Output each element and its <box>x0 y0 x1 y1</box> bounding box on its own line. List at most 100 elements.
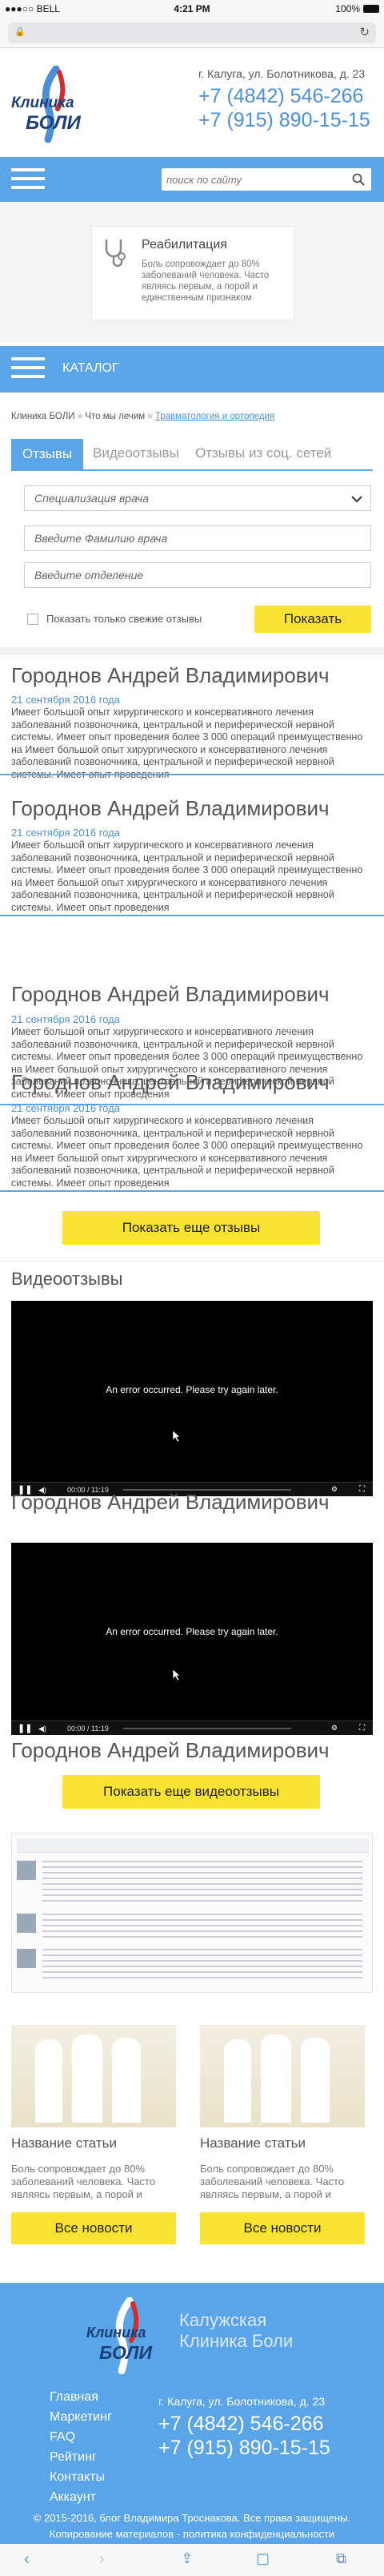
divider <box>0 915 384 916</box>
search-input[interactable] <box>166 170 342 189</box>
review-date: 21 сентября 2016 года <box>11 1013 120 1025</box>
share-icon[interactable]: ⇪ <box>181 2550 193 2567</box>
footer-link-marketing[interactable]: Маркетинг <box>50 2410 162 2430</box>
footer-link-home[interactable]: Главная <box>50 2390 162 2410</box>
surname-field[interactable]: Введите Фамилию врача <box>24 525 371 551</box>
back-icon[interactable]: ‹ <box>24 2550 30 2569</box>
video-error-message: An error occurred. Please try again late… <box>106 1626 278 1637</box>
footer-copy-notice[interactable]: Копирование материалов - политика конфид… <box>0 2528 384 2540</box>
video-progress-bar[interactable] <box>123 1728 291 1729</box>
clock: 4:21 PM <box>174 3 210 14</box>
header-phone-1[interactable]: +7 (4842) 546-266 <box>198 85 363 108</box>
review-doctor-name[interactable]: Городнов Андрей Владимирович <box>11 982 330 1007</box>
tab-reviews[interactable]: Отзывы <box>11 439 83 469</box>
stethoscope-icon <box>105 239 126 268</box>
review-item: Городнов Андрей Владимирович 21 сентября… <box>0 787 384 913</box>
footer-link-contacts[interactable]: Контакты <box>50 2470 162 2490</box>
search-icon[interactable] <box>352 173 365 186</box>
article-image[interactable] <box>11 2025 176 2127</box>
menu-icon[interactable] <box>11 168 45 192</box>
chevron-down-icon <box>351 496 362 503</box>
url-field[interactable]: 🔒 ↻ <box>8 22 376 43</box>
avatar <box>17 1949 36 1968</box>
promo-section: Реабилитация Боль сопровождает до 80% за… <box>0 202 384 343</box>
avatar <box>17 1914 36 1933</box>
review-date: 21 сентября 2016 года <box>11 1102 120 1114</box>
cursor-icon <box>173 1669 181 1680</box>
footer-nav: Главная Маркетинг FAQ Рейтинг Контакты А… <box>50 2390 162 2510</box>
cursor-icon <box>173 1431 181 1442</box>
social-text-lines <box>42 1861 362 1906</box>
nav-bar <box>0 157 384 202</box>
volume-icon[interactable]: ◀) <box>38 1725 46 1733</box>
site-header: Клиника БОЛИ г. Калуга, ул. Болотникова,… <box>0 48 384 157</box>
footer-link-rating[interactable]: Рейтинг <box>50 2450 162 2470</box>
divider <box>0 647 384 654</box>
settings-icon[interactable]: ⚙ <box>331 1724 338 1733</box>
footer-logo-line1: Клиника <box>86 2324 146 2341</box>
footer-phone-1[interactable]: +7 (4842) 546-266 <box>158 2413 323 2436</box>
department-field[interactable]: Введите отделение <box>24 562 371 588</box>
specialization-value: Специализация врача <box>34 492 149 505</box>
tab-social-reviews[interactable]: Отзывы из соц. сетей <box>195 445 331 461</box>
reload-icon[interactable]: ↻ <box>359 25 370 39</box>
social-text-lines <box>42 1914 362 1938</box>
video-player[interactable]: An error occurred. Please try again late… <box>11 1543 373 1735</box>
more-videos-button[interactable]: Показать еще видеоотзывы <box>62 1775 320 1809</box>
breadcrumb-home[interactable]: Клиника БОЛИ <box>11 412 75 421</box>
video-controls[interactable]: ❚❚ ◀) 00:00 / 11:19 ⚙ ⛶ <box>11 1721 373 1735</box>
review-text: Имеет большой опыт хирургического и конс… <box>11 839 363 913</box>
tabs-icon[interactable]: ⧉ <box>336 2550 346 2567</box>
fullscreen-icon[interactable]: ⛶ <box>359 1724 365 1733</box>
footer-link-account[interactable]: Аккаунт <box>50 2490 162 2510</box>
header-address: г. Калуга, ул. Болотникова, д. 23 <box>198 67 366 80</box>
breadcrumb-what-we-treat[interactable]: Что мы лечим <box>85 412 145 421</box>
article-excerpt: Боль сопровождает до 80% заболеваний чел… <box>11 2163 156 2200</box>
fullscreen-icon[interactable]: ⛶ <box>359 1485 365 1494</box>
review-date: 21 сентября 2016 года <box>11 694 120 706</box>
social-header-bar <box>17 1838 369 1853</box>
footer-phone-2[interactable]: +7 (915) 890-15-15 <box>158 2437 330 2460</box>
fresh-only-checkbox[interactable] <box>27 614 38 625</box>
video-time: 00:00 / 11:19 <box>67 1725 109 1733</box>
catalog-menu-icon[interactable] <box>11 357 45 381</box>
catalog-label: КАТАЛОГ <box>62 361 119 375</box>
breadcrumb-current[interactable]: Травматология и ортопедия <box>155 412 274 421</box>
battery-icon <box>363 5 379 13</box>
footer-link-faq[interactable]: FAQ <box>50 2430 162 2450</box>
clinic-logo[interactable]: Клиника БОЛИ <box>11 65 94 144</box>
breadcrumb: Клиника БОЛИ » Что мы лечим » Травматоло… <box>11 412 274 421</box>
article-image[interactable] <box>200 2025 365 2127</box>
tab-video-reviews[interactable]: Видеоотзывы <box>93 445 179 461</box>
bookmarks-icon[interactable]: ▢ <box>256 2550 270 2567</box>
all-news-button[interactable]: Все новости <box>11 2212 176 2244</box>
forward-icon[interactable]: › <box>99 2550 105 2569</box>
divider <box>0 774 384 775</box>
surname-placeholder: Введите Фамилию врача <box>34 532 168 545</box>
header-phone-2[interactable]: +7 (915) 890-15-15 <box>198 109 370 132</box>
article-title[interactable]: Название статьи <box>11 2135 117 2151</box>
review-text: Имеет большой опыт хирургического и конс… <box>11 706 363 780</box>
site-footer: Клиника БОЛИ Калужская Клиника Боли Глав… <box>0 2283 384 2576</box>
review-doctor-name[interactable]: Городнов Андрей Владимирович <box>11 1070 330 1095</box>
search-box <box>162 168 371 191</box>
more-reviews-button[interactable]: Показать еще отзывы <box>62 1211 320 1245</box>
video-player[interactable]: An error occurred. Please try again late… <box>11 1301 373 1496</box>
review-doctor-name[interactable]: Городнов Андрей Владимирович <box>11 796 330 821</box>
show-button[interactable]: Показать <box>254 606 371 633</box>
all-news-button[interactable]: Все новости <box>200 2212 365 2244</box>
review-doctor-name[interactable]: Городнов Андрей Владимирович <box>11 663 330 688</box>
logo-text-line2: БОЛИ <box>26 112 81 134</box>
browser-toolbar: ‹ › ⇪ ▢ ⧉ <box>0 2544 384 2576</box>
article-title[interactable]: Название статьи <box>200 2135 306 2151</box>
promo-card[interactable]: Реабилитация Боль сопровождает до 80% за… <box>91 226 294 320</box>
pause-icon[interactable]: ❚❚ <box>18 1723 32 1733</box>
settings-icon[interactable]: ⚙ <box>331 1485 338 1494</box>
videos-section-title: Видеоотзывы <box>11 1269 123 1289</box>
video-error-message: An error occurred. Please try again late… <box>106 1384 278 1395</box>
footer-logo[interactable]: Клиника БОЛИ <box>86 2296 166 2375</box>
specialization-select[interactable]: Специализация врача <box>24 485 371 511</box>
divider <box>0 1190 384 1192</box>
catalog-bar[interactable]: КАТАЛОГ <box>0 346 384 392</box>
footer-address: г. Калуга, ул. Болотникова, д. 23 <box>158 2395 326 2408</box>
